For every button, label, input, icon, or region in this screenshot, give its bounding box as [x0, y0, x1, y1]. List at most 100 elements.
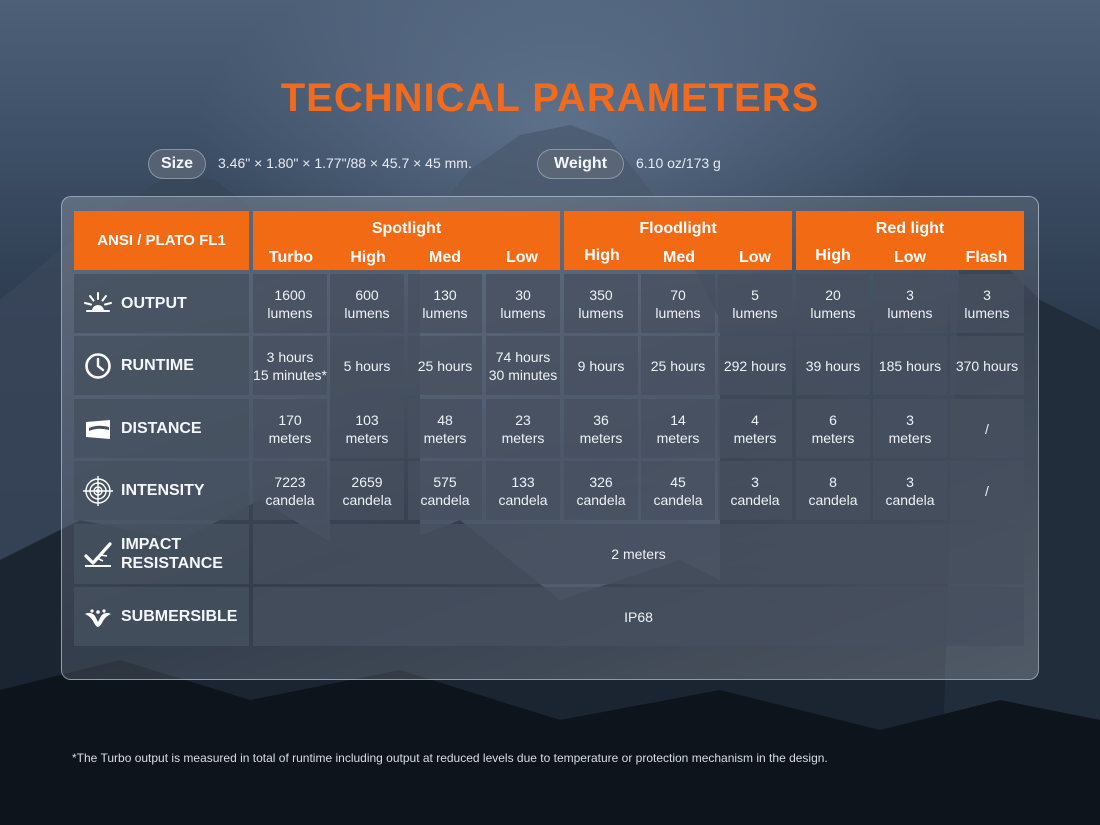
cell-line: 8: [829, 473, 837, 490]
cell-line: candela: [653, 491, 703, 508]
cell-line: 103: [355, 411, 379, 428]
footnote: *The Turbo output is measured in total o…: [72, 751, 828, 765]
cell-line: 74 hours: [495, 348, 551, 365]
page-title: TECHNICAL PARAMETERS: [280, 76, 820, 120]
cell-line: meters: [811, 429, 855, 446]
table-cell: 326 candela: [564, 461, 638, 520]
size-value: 3.46" × 1.80" × 1.77"/88 × 45.7 × 45 mm.: [218, 155, 472, 171]
table-cell: 30 lumens: [486, 274, 560, 333]
cell-line: 185 hours: [878, 357, 942, 374]
cell-text: 326 candela: [576, 473, 625, 509]
table-cell: 130 lumens: [408, 274, 482, 333]
table-cell: 2659 candela: [330, 461, 404, 520]
table-cell: 3 lumens: [950, 274, 1024, 333]
cell-text: 370 hours: [956, 357, 1018, 375]
cell-line: 3: [906, 286, 914, 303]
cell-text: 600 lumens: [344, 286, 389, 322]
cell-line: 30 minutes: [488, 366, 558, 383]
cell-line: 3: [906, 411, 914, 428]
cell-line: meters: [345, 429, 389, 446]
water-splash-icon: [85, 608, 111, 627]
cell-line: meters: [888, 429, 932, 446]
sunburst-icon: [84, 291, 112, 312]
cell-text: 4 meters: [734, 411, 777, 447]
cell-line: lumens: [887, 304, 933, 321]
cell-text: 103 meters: [346, 411, 389, 447]
cell-line: lumens: [500, 304, 546, 321]
group-name: Floodlight: [639, 220, 717, 237]
label-line: RESISTANCE: [121, 555, 223, 572]
cell-line: 292 hours: [723, 357, 787, 374]
table-cell: 103 meters: [330, 399, 404, 458]
table-cell: 292 hours: [718, 336, 792, 395]
cell-text: 8 candela: [808, 473, 857, 509]
row-label-submersible: SUBMERSIBLE: [74, 587, 249, 646]
table-cell: 3 hours 15 minutes*: [253, 336, 327, 395]
cell-line: candela: [576, 491, 626, 508]
cell-line: 350: [589, 286, 613, 303]
cell-line: 30: [515, 286, 531, 303]
cell-line: 130: [433, 286, 457, 303]
cell-line: lumens: [267, 304, 313, 321]
group-header-spotlight: Spotlight Turbo High Med Low: [253, 211, 560, 270]
cell-text: 575 candela: [420, 473, 469, 509]
mode-label: Flash: [965, 249, 1008, 266]
cell-line: /: [985, 420, 989, 437]
cell-text: 3 lumens: [887, 286, 932, 322]
cell-line: 3 hours: [266, 348, 314, 365]
table-cell: 7223 candela: [253, 461, 327, 520]
cell-text: 70 lumens: [655, 286, 700, 322]
row-label-impact-resistance: IMPACT RESISTANCE: [74, 524, 249, 584]
table-cell: 6 meters: [796, 399, 870, 458]
cell-text: 45 candela: [653, 473, 702, 509]
cell-line: 3: [906, 473, 914, 490]
mode-label: High: [815, 247, 851, 264]
cell-line: lumens: [578, 304, 624, 321]
group-name: Red light: [875, 220, 945, 237]
cell-line: lumens: [732, 304, 778, 321]
row-label-output: OUTPUT: [74, 274, 249, 333]
cell-line: 4: [751, 411, 759, 428]
table-cell: 36 meters: [564, 399, 638, 458]
mode-label: High: [350, 249, 386, 266]
clock-icon: [85, 352, 111, 379]
cell-line: meters: [501, 429, 545, 446]
table-cell: /: [950, 461, 1024, 520]
cell-line: 2659: [351, 473, 383, 490]
cell-line: 370 hours: [955, 357, 1019, 374]
cell-line: candela: [265, 491, 315, 508]
cell-text: 350 lumens: [578, 286, 623, 322]
spec-bar: Size 3.46" × 1.80" × 1.77"/88 × 45.7 × 4…: [0, 147, 1100, 181]
cell-text: 9 hours: [578, 357, 625, 375]
standard-header: ANSI / PLATO FL1: [74, 211, 249, 270]
cell-line: lumens: [964, 304, 1010, 321]
cell-text: 1600 lumens: [267, 286, 312, 322]
table-cell: 8 candela: [796, 461, 870, 520]
cell-text: 48 meters: [424, 411, 467, 447]
mode-label: Low: [739, 249, 771, 266]
cell-line: 3: [751, 473, 759, 490]
cell-line: 23: [515, 411, 531, 428]
table-cell: 575 candela: [408, 461, 482, 520]
cell-line: 133: [511, 473, 535, 490]
table-cell: 133 candela: [486, 461, 560, 520]
cell-line: candela: [730, 491, 780, 508]
cell-line: lumens: [655, 304, 701, 321]
cell-line: 25 hours: [417, 357, 473, 374]
cell-text: 3 candela: [730, 473, 779, 509]
cell-text: 292 hours: [724, 357, 786, 375]
cell-line: 48: [437, 411, 453, 428]
cell-line: 9 hours: [577, 357, 625, 374]
cell-text: 3 meters: [889, 411, 932, 447]
cell-line: 575: [433, 473, 457, 490]
target-icon: [83, 475, 113, 506]
cell-line: 14: [670, 411, 686, 428]
cell-text: /: [985, 420, 989, 438]
cell-text: 185 hours: [879, 357, 941, 375]
cell-line: 15 minutes*: [253, 366, 327, 383]
cell-text: 25 hours: [418, 357, 472, 375]
cell-text: 133 candela: [498, 473, 547, 509]
cell-text: 25 hours: [651, 357, 705, 375]
label-line: IMPACT: [121, 536, 182, 553]
cell-text: 3 lumens: [964, 286, 1009, 322]
